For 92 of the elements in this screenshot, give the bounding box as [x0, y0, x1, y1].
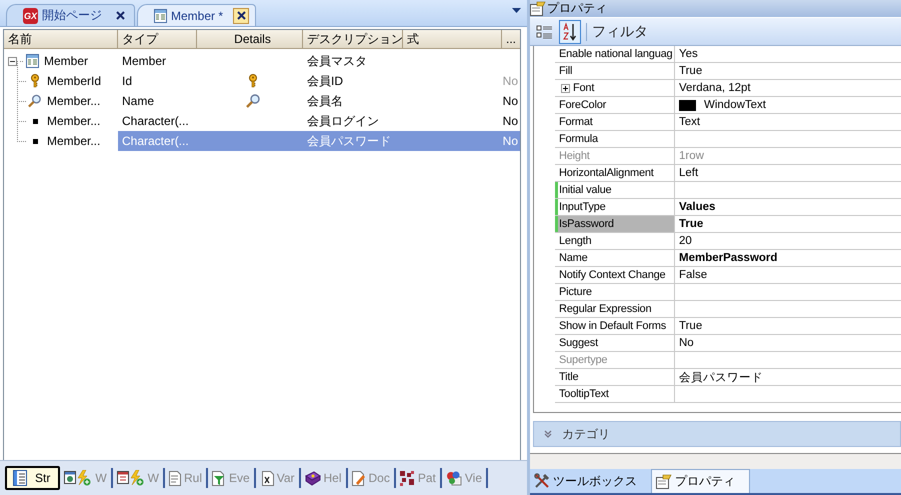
- bullet-icon: [32, 138, 38, 144]
- property-name[interactable]: ForeColor: [555, 97, 675, 113]
- collapse-icon[interactable]: [8, 56, 17, 66]
- table-cell: No: [502, 94, 518, 108]
- property-name[interactable]: TooltipText: [555, 386, 675, 402]
- table-cell: Name: [122, 94, 154, 108]
- sort-alphabetical-button[interactable]: [559, 20, 581, 44]
- pattern-blocks-icon: [400, 470, 415, 486]
- table-cell: 会員マスタ: [307, 54, 367, 68]
- form-lightning-icon: [64, 470, 92, 486]
- column-header[interactable]: 名前: [4, 30, 118, 48]
- property-name[interactable]: Regular Expression: [555, 301, 675, 317]
- property-value[interactable]: True: [679, 320, 702, 332]
- property-name[interactable]: Length: [555, 233, 675, 249]
- logo: GX: [23, 8, 38, 24]
- table-cell: No: [502, 114, 518, 128]
- table-cell: Character(...: [122, 114, 189, 128]
- property-name[interactable]: Name: [555, 250, 675, 266]
- property-name[interactable]: Notify Context Change: [555, 267, 675, 283]
- dropdown-arrow-icon[interactable]: [512, 8, 521, 13]
- variable-document-icon: [260, 470, 274, 486]
- table-cell: 会員ログイン: [307, 114, 379, 128]
- property-value[interactable]: 会員パスワード: [679, 370, 763, 384]
- magnifier-icon: [246, 94, 260, 108]
- colored-shapes-icon: [446, 470, 462, 486]
- table-cell: Character(...: [122, 134, 189, 148]
- panel-tab[interactable]: ツールボックス: [530, 469, 651, 493]
- properties-icon: [656, 474, 672, 489]
- close-icon[interactable]: [233, 8, 250, 24]
- book-icon: [304, 470, 320, 486]
- property-name[interactable]: Title: [555, 369, 675, 385]
- category-bar[interactable]: カテゴリ: [533, 421, 901, 447]
- filter-button[interactable]: フィルタ: [592, 22, 648, 40]
- table-cell: 会員名: [307, 94, 343, 108]
- property-value[interactable]: Verdana, 12pt: [679, 82, 751, 94]
- property-value[interactable]: Yes: [679, 48, 698, 60]
- document-pencil-icon: [352, 470, 366, 486]
- property-name[interactable]: Formula: [555, 131, 675, 147]
- editor-tab[interactable]: Str: [5, 466, 60, 490]
- property-value[interactable]: Values: [679, 201, 716, 213]
- document-tab[interactable]: Member *: [137, 4, 256, 26]
- table-icon: [26, 54, 39, 68]
- property-name[interactable]: IsPassword: [555, 216, 675, 232]
- table-cell: Id: [122, 74, 132, 88]
- table-cell-text: Member...: [46, 134, 100, 148]
- property-name[interactable]: Initial value: [555, 182, 675, 198]
- tools-icon: [534, 473, 550, 489]
- bullet-icon: [32, 118, 38, 124]
- key-icon: [248, 74, 258, 88]
- column-header[interactable]: ...: [502, 30, 520, 48]
- property-value[interactable]: Text: [679, 116, 700, 128]
- property-name[interactable]: Suggest: [555, 335, 675, 351]
- column-header[interactable]: Details: [197, 30, 303, 48]
- property-value[interactable]: False: [679, 269, 708, 281]
- form-lightning-icon: [116, 470, 145, 486]
- property-name[interactable]: HorizontalAlignment: [555, 165, 675, 181]
- table-cell-text: Member...: [46, 94, 100, 108]
- table-cell-text: Member: [43, 54, 88, 68]
- table-cell: No: [502, 74, 518, 88]
- double-chevron-icon: [544, 430, 552, 438]
- expand-icon[interactable]: [561, 84, 570, 92]
- property-value[interactable]: 20: [679, 235, 692, 247]
- table-cell: 会員パスワード: [307, 134, 391, 148]
- table-icon: [154, 8, 168, 22]
- document-tab[interactable]: GX 開始ページ: [6, 4, 136, 26]
- property-value[interactable]: WindowText: [704, 99, 766, 111]
- column-header[interactable]: デスクリプション: [303, 30, 403, 48]
- property-value[interactable]: MemberPassword: [679, 252, 778, 264]
- panel-tab[interactable]: プロパティ: [651, 469, 750, 493]
- panel-title: プロパティ: [547, 0, 607, 17]
- property-value[interactable]: Left: [679, 167, 698, 179]
- property-name[interactable]: Show in Default Forms: [555, 318, 675, 334]
- table-cell-text: Member...: [46, 114, 100, 128]
- table-cell: No: [502, 134, 518, 148]
- property-name[interactable]: Fill: [555, 63, 675, 79]
- property-name[interactable]: Picture: [555, 284, 675, 300]
- funnel-icon: [212, 470, 226, 486]
- document-icon: [169, 470, 181, 486]
- table-cell: 会員ID: [307, 74, 343, 88]
- property-value[interactable]: True: [679, 218, 704, 230]
- property-value[interactable]: No: [679, 337, 694, 349]
- table-cell: Member: [122, 54, 166, 68]
- column-header[interactable]: タイプ: [118, 30, 197, 48]
- table-cell-text: MemberId: [46, 74, 102, 88]
- magnifier-icon: [28, 94, 42, 108]
- property-value[interactable]: True: [679, 65, 702, 77]
- document-list-icon: [13, 470, 27, 486]
- property-name[interactable]: Font: [555, 80, 675, 96]
- key-icon: [30, 74, 40, 88]
- column-header[interactable]: 式: [403, 30, 502, 48]
- property-name[interactable]: Enable national languag: [555, 46, 675, 62]
- property-name[interactable]: Format: [555, 114, 675, 130]
